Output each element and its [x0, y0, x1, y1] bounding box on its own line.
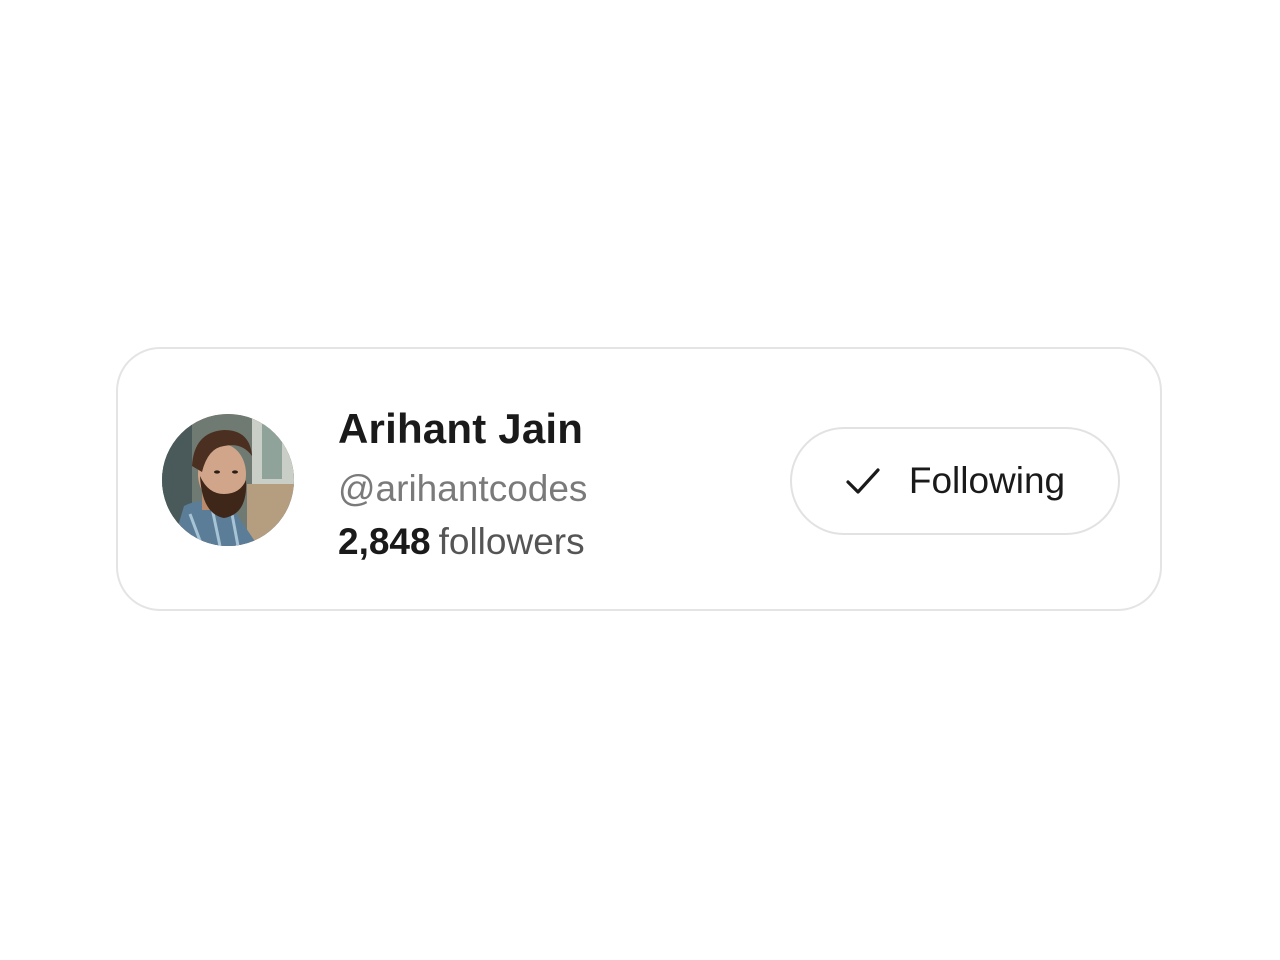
- avatar[interactable]: [162, 414, 294, 546]
- followers-label: followers: [438, 521, 585, 562]
- avatar-photo: [162, 414, 294, 546]
- following-button[interactable]: Following: [790, 427, 1120, 535]
- profile-handle[interactable]: @arihantcodes: [338, 461, 587, 517]
- followers-stat[interactable]: 2,848 followers: [338, 517, 587, 567]
- profile-info: Arihant Jain @arihantcodes 2,848 follower…: [338, 401, 587, 567]
- followers-count: 2,848: [338, 521, 431, 562]
- following-label: Following: [908, 460, 1066, 501]
- profile-card: Arihant Jain @arihantcodes 2,848 follower…: [116, 347, 1162, 611]
- profile-name[interactable]: Arihant Jain: [338, 401, 587, 457]
- check-icon: [845, 466, 881, 496]
